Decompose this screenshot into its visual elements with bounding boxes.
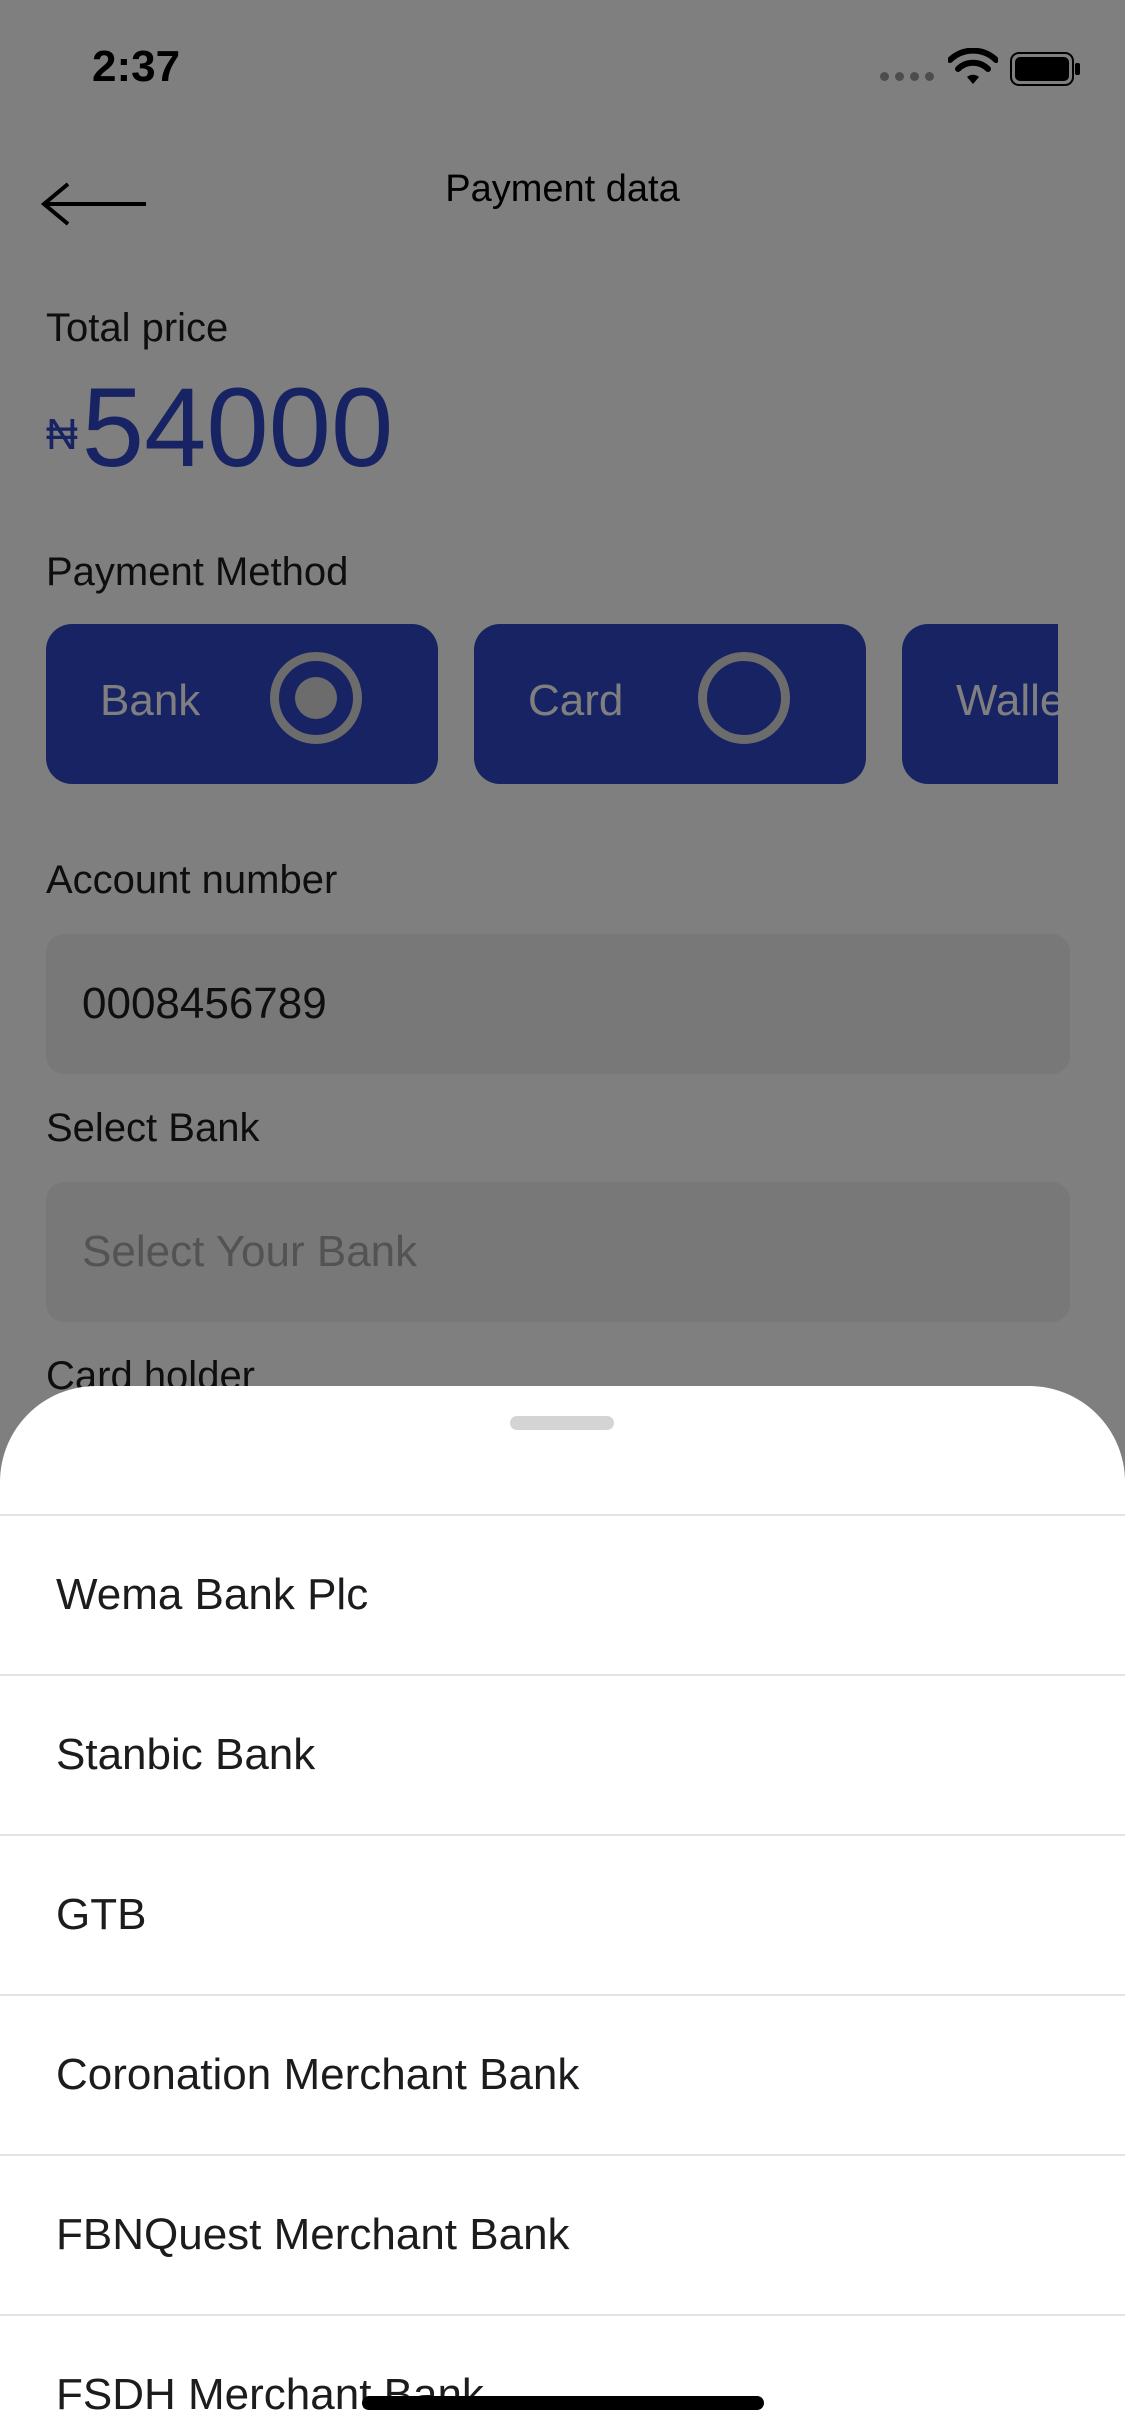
bank-option[interactable]: Stanbic Bank	[0, 1674, 1125, 1834]
home-indicator	[362, 2396, 764, 2410]
bank-option[interactable]: Wema Bank Plc	[0, 1514, 1125, 1674]
bank-option[interactable]: FBNQuest Merchant Bank	[0, 2154, 1125, 2314]
bank-option[interactable]: Coronation Merchant Bank	[0, 1994, 1125, 2154]
bank-option-label: Stanbic Bank	[56, 1730, 316, 1779]
bank-option-label: FSDH Merchant Bank	[56, 2370, 484, 2419]
bank-option[interactable]: FSDH Merchant Bank	[0, 2314, 1125, 2436]
bank-option-label: FBNQuest Merchant Bank	[56, 2210, 570, 2259]
bank-option-label: GTB	[56, 1890, 147, 1939]
bank-option[interactable]: GTB	[0, 1834, 1125, 1994]
bank-picker-sheet: Wema Bank Plc Stanbic Bank GTB Coronatio…	[0, 1386, 1125, 2436]
bank-option-label: Wema Bank Plc	[56, 1570, 369, 1619]
bank-list: Wema Bank Plc Stanbic Bank GTB Coronatio…	[0, 1514, 1125, 2436]
bank-option-label: Coronation Merchant Bank	[56, 2050, 580, 2099]
sheet-grabber[interactable]	[510, 1416, 614, 1430]
